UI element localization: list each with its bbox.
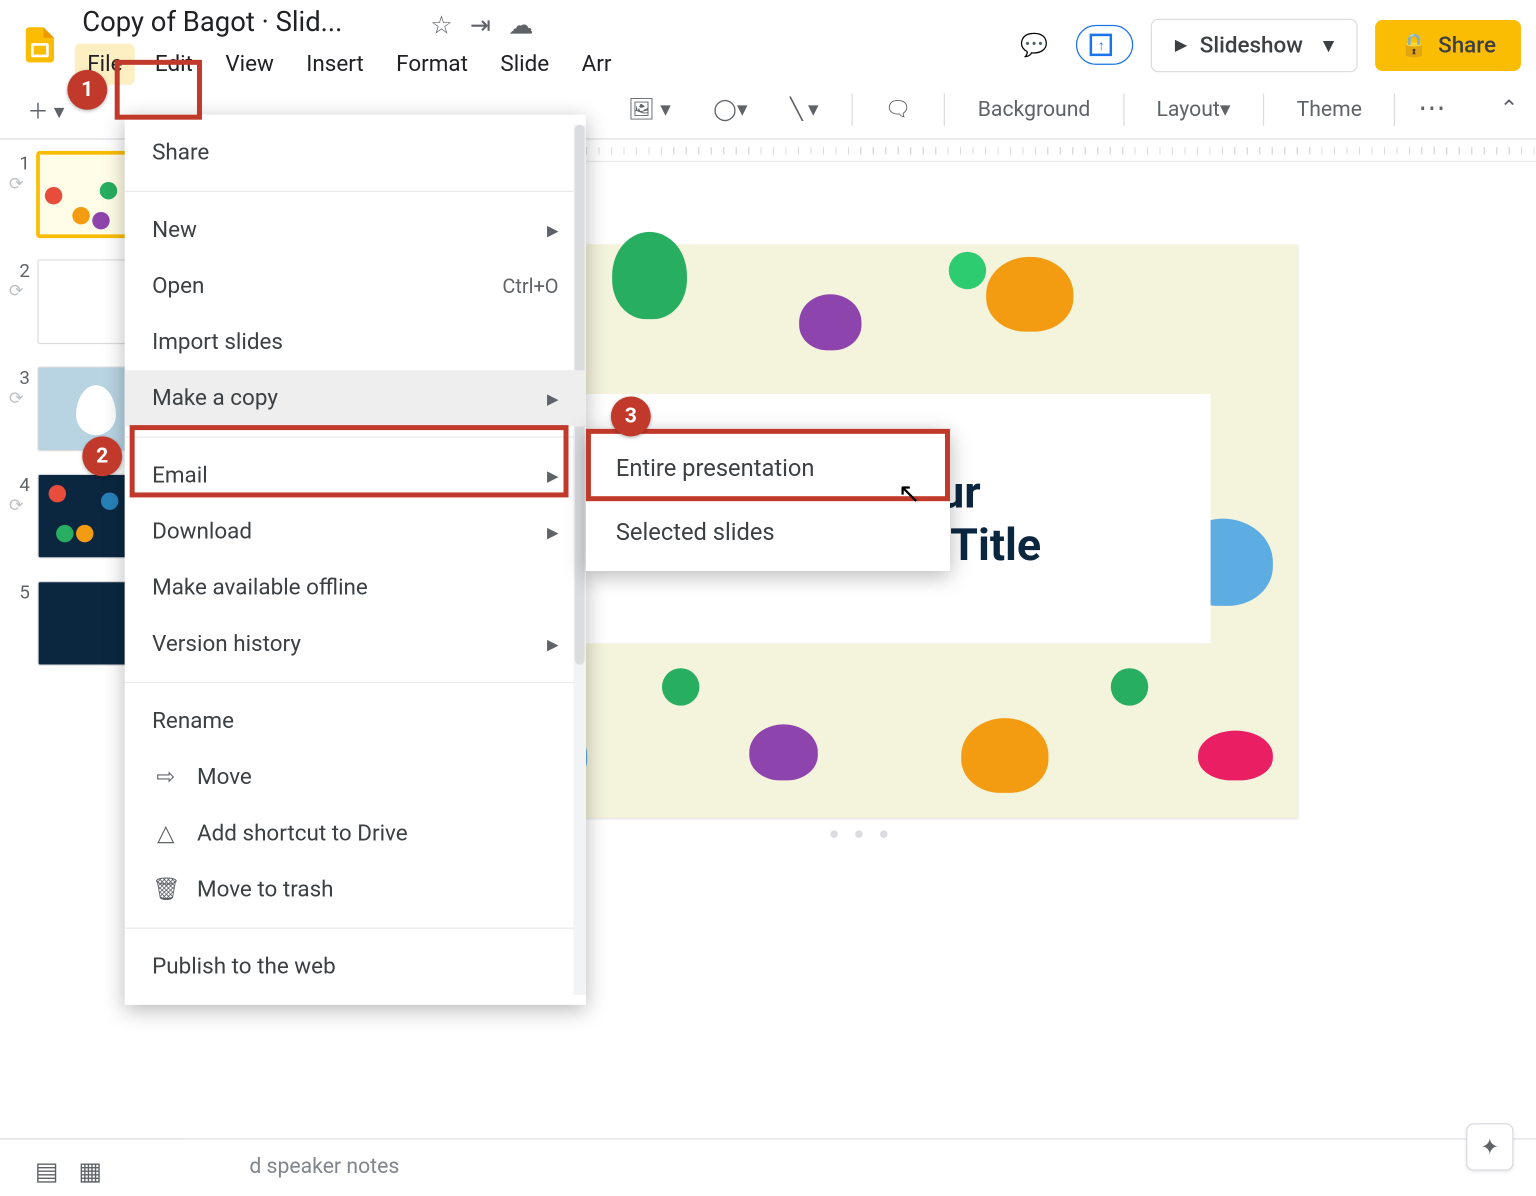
cursor-icon: ↖ xyxy=(898,479,921,510)
submenu-caret-icon: ▶ xyxy=(547,390,559,407)
thumb-number: 1 xyxy=(7,152,29,174)
menu-label: Download xyxy=(152,519,252,545)
slideshow-label: Slideshow xyxy=(1200,32,1303,58)
thumb-number: 4 xyxy=(7,474,29,496)
menu-label: Move to trash xyxy=(197,876,334,902)
menu-arrange[interactable]: Arr xyxy=(569,44,624,85)
transition-icon: ⟳ xyxy=(9,389,24,409)
menu-label: Rename xyxy=(152,708,234,734)
step-badge-3: 3 xyxy=(611,396,651,436)
step-badge-2: 2 xyxy=(82,436,122,476)
submenu-caret-icon: ▶ xyxy=(547,221,559,238)
trash-icon: 🗑 xyxy=(152,876,179,902)
submenu-caret-icon: ▶ xyxy=(547,467,559,484)
transition-icon: ⟳ xyxy=(9,282,24,302)
menu-label: Version history xyxy=(152,631,301,657)
drive-shortcut-icon: △ xyxy=(152,820,179,846)
file-make-available-offline[interactable]: Make available offline xyxy=(125,560,586,616)
file-import-slides[interactable]: Import slides xyxy=(125,314,586,370)
menu-label: Make a copy xyxy=(152,385,278,411)
menu-slide[interactable]: Slide xyxy=(488,44,562,85)
document-title[interactable]: Copy of Bagot · Slid... xyxy=(75,5,350,41)
notes-placeholder: d speaker notes xyxy=(249,1154,399,1179)
file-rename[interactable]: Rename xyxy=(125,693,586,749)
file-publish-to-web[interactable]: Publish to the web xyxy=(125,939,586,995)
star-icon[interactable]: ☆ xyxy=(430,10,452,40)
menu-label: Email xyxy=(152,463,208,489)
transition-icon: ⟳ xyxy=(9,175,24,195)
menu-label: Open xyxy=(152,273,204,299)
menu-label: Publish to the web xyxy=(152,954,336,980)
present-dropdown[interactable]: ↑ xyxy=(1076,25,1133,65)
background-button[interactable]: Background xyxy=(968,92,1101,127)
slides-logo[interactable] xyxy=(15,20,65,70)
toolbar-more[interactable]: ⋯ xyxy=(1418,94,1448,125)
bottom-toolbar: ▤ ▦ xyxy=(35,1156,102,1186)
menu-label: Move xyxy=(197,764,252,790)
shortcut-label: Ctrl+O xyxy=(502,274,558,298)
submenu-caret-icon: ▶ xyxy=(547,523,559,540)
file-menu: Share New ▶ Open Ctrl+O Import slides Make… xyxy=(125,115,586,1005)
menu-format[interactable]: Format xyxy=(384,44,481,85)
filmstrip-view-icon[interactable]: ▦ xyxy=(78,1156,102,1186)
cloud-status-icon[interactable]: ☁ xyxy=(508,10,533,40)
file-open[interactable]: Open Ctrl+O xyxy=(125,258,586,314)
collapse-toolbar-icon[interactable]: ⌃ xyxy=(1500,96,1519,122)
file-move-to-trash[interactable]: 🗑 Move to trash xyxy=(125,861,586,917)
menu-edit[interactable]: Edit xyxy=(142,44,205,85)
file-share[interactable]: Share xyxy=(125,125,586,181)
file-email[interactable]: Email ▶ xyxy=(125,448,586,504)
slideshow-button[interactable]: ▶Slideshow▾ xyxy=(1151,18,1358,72)
menu-label: New xyxy=(152,217,197,243)
transition-icon: ⟳ xyxy=(9,496,24,516)
explore-button[interactable]: ✦ xyxy=(1466,1123,1513,1170)
menu-label: Add shortcut to Drive xyxy=(197,820,408,846)
theme-button[interactable]: Theme xyxy=(1287,92,1372,127)
menu-view[interactable]: View xyxy=(213,44,286,85)
image-button[interactable]: 🖼 ▾ xyxy=(618,92,681,127)
layout-button[interactable]: Layout▾ xyxy=(1146,92,1240,127)
file-version-history[interactable]: Version history ▶ xyxy=(125,616,586,672)
thumb-number: 2 xyxy=(7,259,29,281)
line-button[interactable]: ╲ ▾ xyxy=(780,92,829,127)
comment-button[interactable]: 🗨 xyxy=(875,92,922,127)
share-button[interactable]: 🔒 Share xyxy=(1375,19,1521,70)
speaker-notes[interactable]: d speaker notes xyxy=(0,1138,1536,1193)
step-badge-1: 1 xyxy=(67,70,107,110)
file-make-a-copy[interactable]: Make a copy ▶ xyxy=(125,370,586,426)
menu-insert[interactable]: Insert xyxy=(294,44,376,85)
layout-label: Layout xyxy=(1156,97,1219,122)
menu-label: Share xyxy=(152,140,209,166)
thumb-number: 3 xyxy=(7,367,29,389)
thumb-number: 5 xyxy=(7,581,29,603)
menubar: File Edit View Insert Format Slide Arr xyxy=(75,44,1009,85)
lock-icon: 🔒 xyxy=(1400,32,1428,58)
header: Copy of Bagot · Slid... ☆ ⇥ ☁ File Edit … xyxy=(0,0,1536,80)
copy-selected-slides[interactable]: Selected slides xyxy=(586,500,950,564)
grid-view-icon[interactable]: ▤ xyxy=(35,1156,59,1186)
menu-label: Import slides xyxy=(152,329,283,355)
share-label: Share xyxy=(1438,32,1496,58)
file-new[interactable]: New ▶ xyxy=(125,202,586,258)
copy-entire-presentation[interactable]: Entire presentation xyxy=(586,436,950,500)
file-move[interactable]: ⇨ Move xyxy=(125,749,586,805)
new-slide-button[interactable]: ＋ ▾ xyxy=(17,89,74,130)
submenu-caret-icon: ▶ xyxy=(547,635,559,652)
file-add-shortcut[interactable]: △ Add shortcut to Drive xyxy=(125,805,586,861)
move-to-icon[interactable]: ⇥ xyxy=(470,10,491,40)
shape-button[interactable]: ◯▾ xyxy=(703,92,757,127)
comments-icon[interactable]: 💬 xyxy=(1009,20,1059,70)
move-icon: ⇨ xyxy=(152,764,179,790)
make-a-copy-submenu: Entire presentation Selected slides xyxy=(586,429,950,571)
file-download[interactable]: Download ▶ xyxy=(125,504,586,560)
menu-label: Make available offline xyxy=(152,575,368,601)
